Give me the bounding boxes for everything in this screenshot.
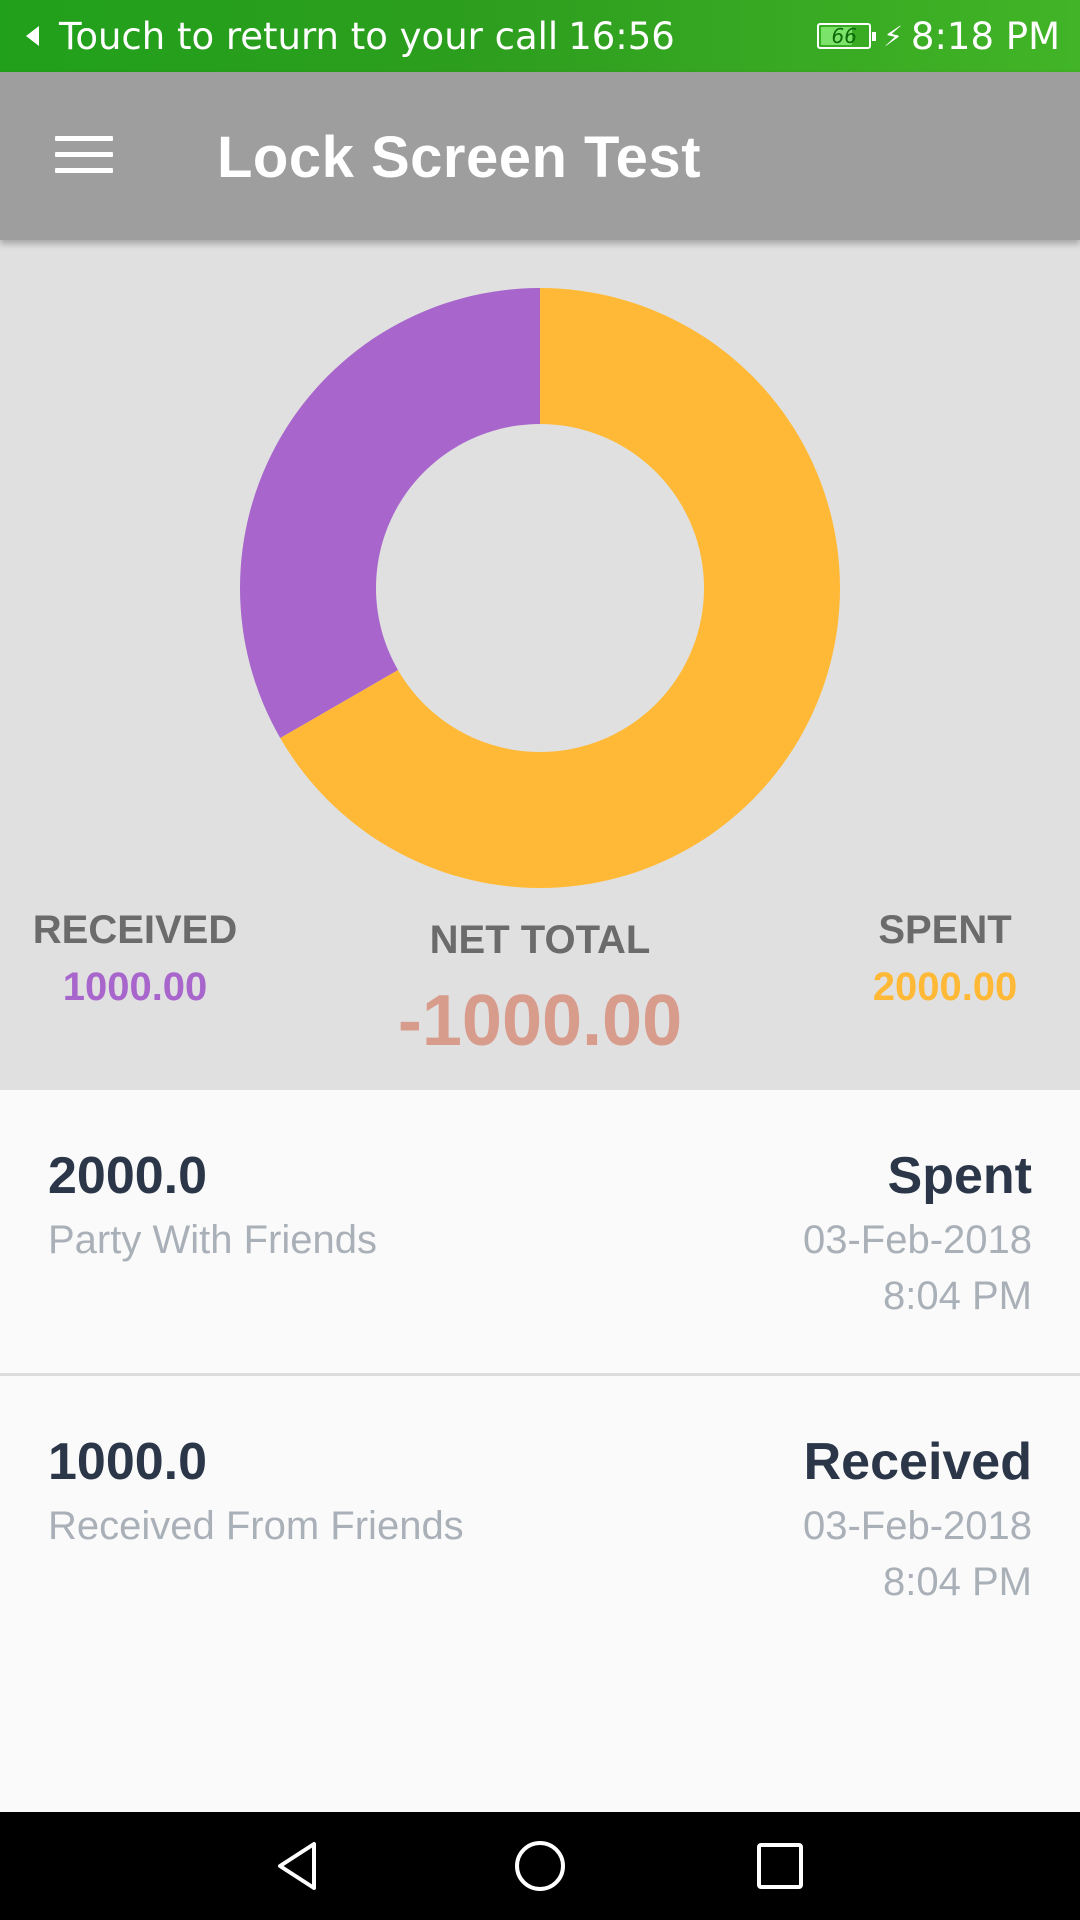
screen: Touch to return to your call 16:56 66 ⚡︎… <box>0 0 1080 1920</box>
page-title: Lock Screen Test <box>217 125 702 190</box>
transaction-description: Party With Friends <box>48 1218 377 1262</box>
summary-panel: RECEIVED 1000.00 NET TOTAL -1000.00 SPEN… <box>0 240 1080 1090</box>
transaction-type: Spent <box>887 1147 1032 1205</box>
donut-slice-received <box>240 288 540 738</box>
call-timer: 16:56 <box>568 14 675 58</box>
transaction-description: Received From Friends <box>48 1504 464 1548</box>
recent-apps-square-icon[interactable] <box>744 1830 816 1902</box>
transaction-amount: 2000.0 <box>48 1147 208 1205</box>
battery-icon: 66 <box>817 23 877 49</box>
status-clock: 8:18 PM <box>910 14 1060 58</box>
return-call-arrow-icon[interactable] <box>26 26 39 46</box>
transaction-list: 2000.0 Party With Friends Spent 03-Feb-2… <box>0 1090 1080 1812</box>
transaction-type: Received <box>803 1433 1032 1491</box>
home-circle-icon[interactable] <box>504 1830 576 1902</box>
hamburger-menu-icon[interactable] <box>55 132 113 176</box>
net-total-value: -1000.00 <box>397 981 683 1061</box>
transaction-time: 8:04 PM <box>883 1274 1032 1318</box>
transaction-date: 03-Feb-2018 <box>802 1504 1032 1548</box>
donut-chart-svg <box>240 288 840 888</box>
charging-bolt-icon: ⚡︎ <box>883 19 903 53</box>
app-bar: Lock Screen Test <box>0 72 1080 240</box>
transaction-time: 8:04 PM <box>883 1560 1032 1604</box>
received-label: RECEIVED <box>32 908 238 952</box>
system-nav-bar <box>0 1812 1080 1920</box>
spent-label: SPENT <box>878 908 1012 952</box>
net-total-label: NET TOTAL <box>429 918 651 962</box>
transaction-date: 03-Feb-2018 <box>802 1218 1032 1262</box>
back-triangle-icon[interactable] <box>264 1830 336 1902</box>
donut-chart <box>240 288 840 888</box>
battery-level: 66 <box>831 24 857 48</box>
status-bar[interactable]: Touch to return to your call 16:56 66 ⚡︎… <box>0 0 1080 72</box>
return-to-call-text[interactable]: Touch to return to your call <box>59 15 558 58</box>
status-indicators: 66 ⚡︎ 8:18 PM <box>817 0 1060 72</box>
transaction-amount: 1000.0 <box>48 1433 208 1491</box>
transaction-row[interactable]: 1000.0 Received From Friends Received 03… <box>0 1376 1080 1662</box>
transaction-row[interactable]: 2000.0 Party With Friends Spent 03-Feb-2… <box>0 1090 1080 1376</box>
spent-value: 2000.00 <box>872 965 1018 1009</box>
received-value: 1000.00 <box>62 965 208 1009</box>
